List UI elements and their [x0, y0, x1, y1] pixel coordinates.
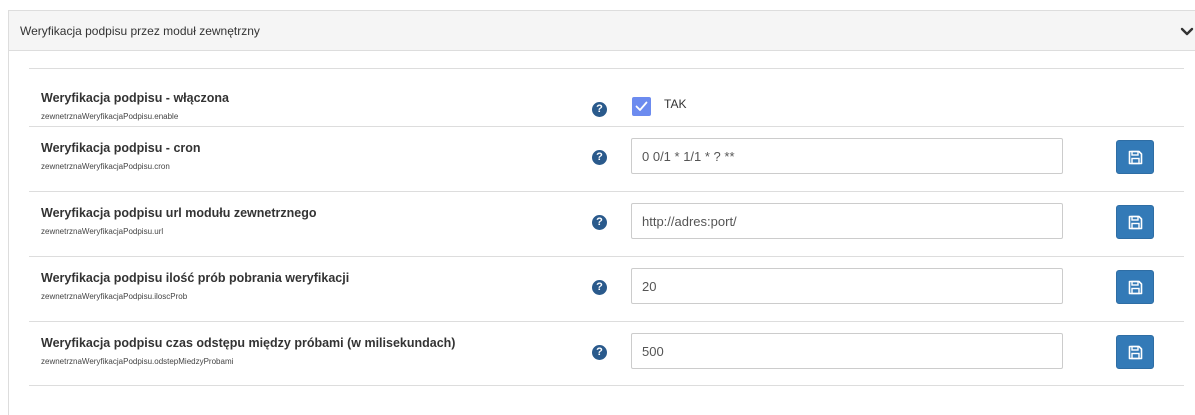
save-button[interactable] — [1116, 270, 1154, 304]
floppy-disk-icon — [1128, 215, 1143, 230]
floppy-disk-icon — [1128, 345, 1143, 360]
odstep-input[interactable] — [631, 333, 1063, 369]
help-icon[interactable]: ? — [592, 102, 607, 117]
panel-title: Weryfikacja podpisu przez moduł zewnętrz… — [20, 24, 260, 38]
setting-key: zewnetrznaWeryfikacjaPodpisu.enable — [41, 112, 179, 121]
setting-key: zewnetrznaWeryfikacjaPodpisu.iloscProb — [41, 292, 188, 301]
chevron-down-icon[interactable] — [1179, 23, 1195, 39]
setting-row-url: Weryfikacja podpisu url modułu zewnetrzn… — [29, 191, 1184, 256]
checkmark-icon — [635, 101, 648, 111]
setting-label: Weryfikacja podpisu czas odstępu między … — [41, 336, 456, 350]
cron-input[interactable] — [631, 138, 1063, 174]
help-icon[interactable]: ? — [592, 150, 607, 165]
save-button[interactable] — [1116, 335, 1154, 369]
enable-checkbox[interactable] — [632, 97, 651, 116]
setting-key: zewnetrznaWeryfikacjaPodpisu.url — [41, 227, 164, 236]
setting-row-enable: Weryfikacja podpisu - włączona zewnetrzn… — [29, 68, 1184, 126]
panel-header[interactable]: Weryfikacja podpisu przez moduł zewnętrz… — [9, 11, 1195, 51]
floppy-disk-icon — [1128, 280, 1143, 295]
setting-row-cron: Weryfikacja podpisu - cron zewnetrznaWer… — [29, 126, 1184, 191]
url-input[interactable] — [631, 203, 1063, 239]
save-button[interactable] — [1116, 140, 1154, 174]
setting-label: Weryfikacja podpisu - włączona — [41, 91, 230, 105]
setting-label: Weryfikacja podpisu url modułu zewnetrzn… — [41, 206, 317, 220]
settings-panel: Weryfikacja podpisu przez moduł zewnętrz… — [8, 10, 1195, 415]
settings-list: Weryfikacja podpisu - włączona zewnetrzn… — [29, 68, 1184, 386]
ilosc-prob-input[interactable] — [631, 268, 1063, 304]
help-icon[interactable]: ? — [592, 280, 607, 295]
save-button[interactable] — [1116, 205, 1154, 239]
help-icon[interactable]: ? — [592, 215, 607, 230]
setting-label: Weryfikacja podpisu ilość prób pobrania … — [41, 271, 350, 285]
help-icon[interactable]: ? — [592, 345, 607, 360]
setting-key: zewnetrznaWeryfikacjaPodpisu.cron — [41, 162, 170, 171]
setting-row-ilosc-prob: Weryfikacja podpisu ilość prób pobrania … — [29, 256, 1184, 321]
checkbox-label: TAK — [664, 97, 687, 111]
setting-label: Weryfikacja podpisu - cron — [41, 141, 201, 155]
floppy-disk-icon — [1128, 150, 1143, 165]
setting-row-odstep: Weryfikacja podpisu czas odstępu między … — [29, 321, 1184, 386]
setting-key: zewnetrznaWeryfikacjaPodpisu.odstepMiedz… — [41, 357, 234, 366]
